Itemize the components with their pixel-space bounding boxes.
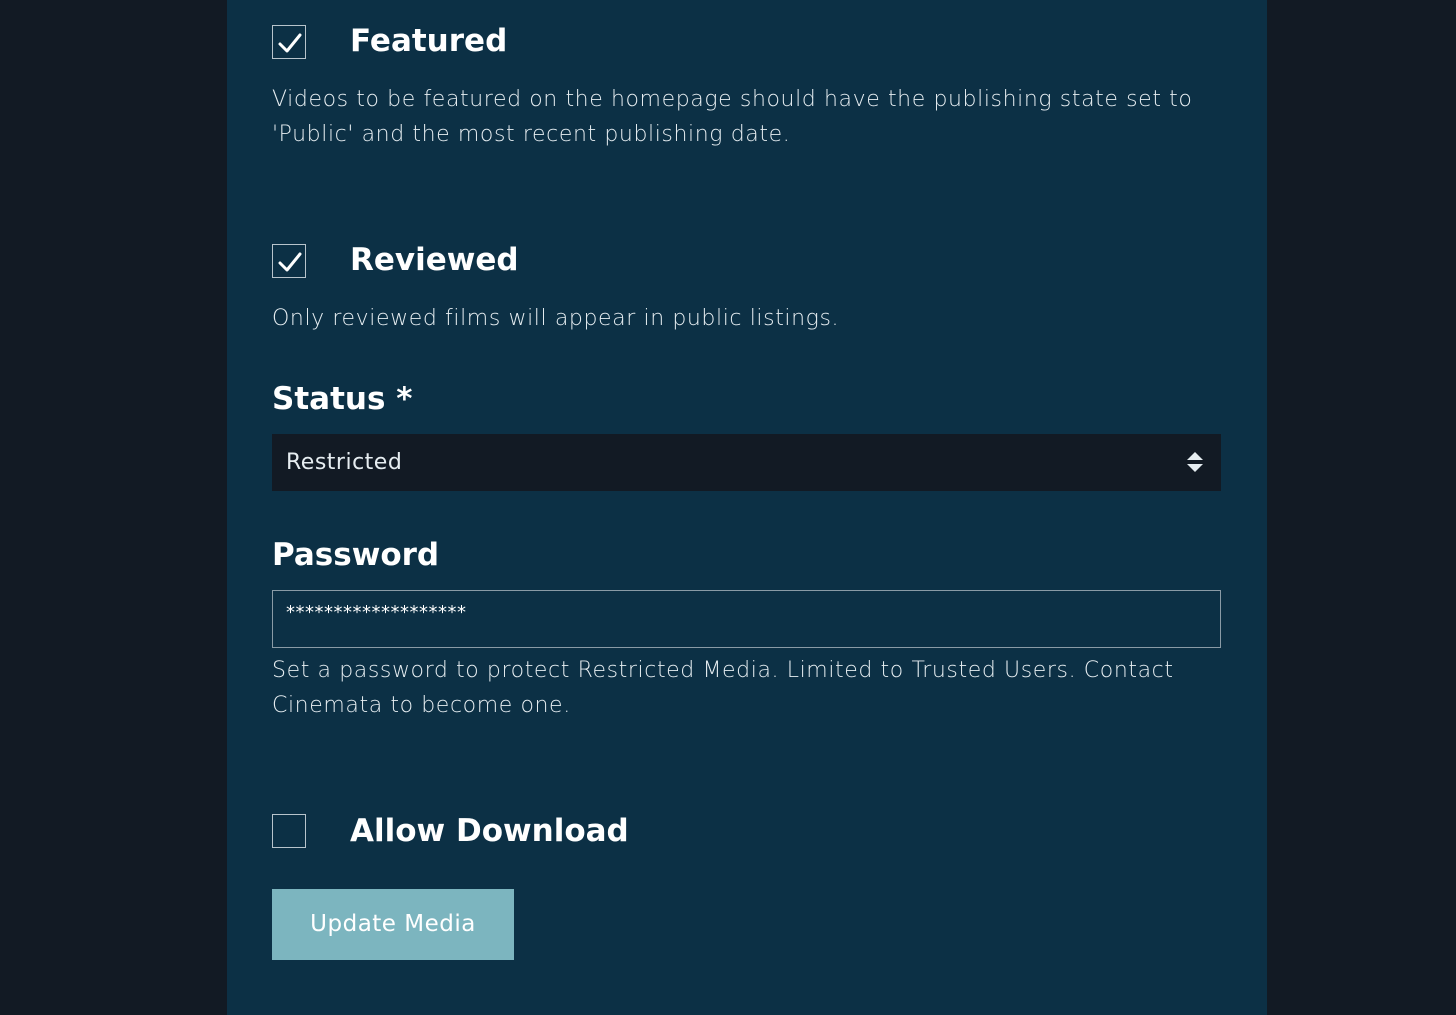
- allow-download-checkbox[interactable]: [272, 814, 306, 848]
- status-select-value: Restricted: [286, 450, 403, 475]
- allow-download-label[interactable]: Allow Download: [350, 811, 629, 851]
- password-input-value: *******************: [286, 602, 467, 623]
- sort-arrows-icon: [1187, 452, 1203, 472]
- checkmark-icon: [278, 252, 302, 272]
- reviewed-label[interactable]: Reviewed: [350, 240, 519, 280]
- featured-checkbox[interactable]: [272, 25, 306, 59]
- checkmark-icon: [278, 33, 302, 53]
- update-media-button[interactable]: Update Media: [272, 889, 514, 960]
- featured-help-text: Videos to be featured on the homepage sh…: [272, 87, 1193, 147]
- reviewed-help-text: Only reviewed films will appear in publi…: [272, 306, 840, 331]
- featured-label[interactable]: Featured: [350, 21, 507, 61]
- reviewed-checkbox[interactable]: [272, 244, 306, 278]
- password-label: Password: [272, 537, 440, 573]
- password-help-text: Set a password to protect Restricted Med…: [272, 658, 1174, 718]
- form-panel: [227, 0, 1267, 1015]
- password-input[interactable]: *******************: [272, 590, 1221, 648]
- status-select[interactable]: Restricted: [272, 434, 1221, 491]
- status-label: Status *: [272, 381, 413, 417]
